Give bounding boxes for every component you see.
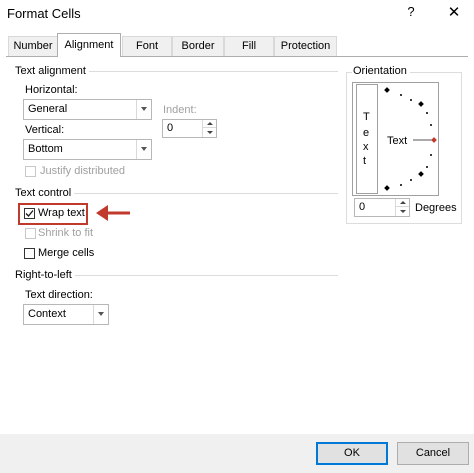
- vertical-text-char: x: [363, 141, 369, 153]
- tab-protection[interactable]: Protection: [274, 36, 337, 56]
- tab-font[interactable]: Font: [122, 36, 172, 56]
- vertical-text-char: t: [363, 155, 367, 167]
- vertical-text-char: T: [363, 111, 370, 123]
- orientation-text-label: Text: [387, 135, 408, 147]
- text-alignment-heading: Text alignment: [15, 65, 89, 77]
- justify-distributed-label: Justify distributed: [40, 165, 125, 177]
- vertical-value: Bottom: [28, 143, 63, 155]
- chevron-down-icon: [141, 107, 147, 111]
- text-direction-dropdown-button[interactable]: [93, 305, 108, 324]
- tab-number[interactable]: Number: [8, 36, 58, 56]
- vertical-text-char: e: [363, 127, 370, 139]
- arrow-up-icon: [400, 201, 406, 204]
- horizontal-value: General: [28, 103, 68, 115]
- indent-label: Indent:: [163, 104, 197, 116]
- text-direction-label: Text direction:: [25, 289, 93, 301]
- degrees-down-button[interactable]: [396, 207, 409, 215]
- horizontal-label: Horizontal:: [25, 84, 78, 96]
- window-title: Format Cells: [7, 6, 81, 21]
- arrow-down-icon: [400, 210, 406, 213]
- arrow-down-icon: [207, 131, 213, 134]
- close-button[interactable]: ✕: [446, 3, 462, 21]
- chevron-down-icon: [98, 312, 104, 316]
- help-button[interactable]: ?: [404, 4, 418, 19]
- shrink-to-fit-checkbox[interactable]: [25, 228, 36, 239]
- arrow-up-icon: [207, 122, 213, 125]
- chevron-down-icon: [141, 147, 147, 151]
- vertical-text-toggle[interactable]: T e x t: [356, 84, 378, 194]
- text-direction-dropdown[interactable]: Context: [23, 304, 109, 325]
- text-direction-value: Context: [28, 308, 66, 320]
- merge-cells-label: Merge cells: [38, 247, 95, 259]
- indent-value: 0: [167, 122, 174, 134]
- orientation-heading: Orientation: [352, 65, 410, 77]
- degrees-spinner[interactable]: 0: [354, 198, 410, 217]
- shrink-to-fit-label: Shrink to fit: [38, 227, 94, 239]
- degrees-value: 0: [359, 201, 366, 213]
- indent-spinner[interactable]: 0: [162, 119, 217, 138]
- tab-fill[interactable]: Fill: [224, 36, 274, 56]
- arrow-left-icon: [96, 205, 130, 221]
- merge-cells-checkbox[interactable]: [24, 248, 35, 259]
- wrap-text-checkbox[interactable]: [24, 208, 35, 219]
- checkmark-icon: [25, 210, 34, 217]
- horizontal-dropdown[interactable]: General: [23, 99, 152, 120]
- horizontal-dropdown-button[interactable]: [136, 100, 151, 119]
- justify-distributed-checkbox[interactable]: [25, 166, 36, 177]
- tab-border[interactable]: Border: [172, 36, 224, 56]
- right-to-left-heading: Right-to-left: [15, 269, 75, 281]
- vertical-label: Vertical:: [25, 124, 65, 136]
- wrap-text-label: Wrap text: [38, 207, 85, 219]
- indent-down-button[interactable]: [203, 128, 216, 136]
- degrees-label: Degrees: [415, 202, 457, 214]
- degrees-up-button[interactable]: [396, 199, 409, 207]
- vertical-dropdown[interactable]: Bottom: [23, 139, 152, 160]
- cancel-button[interactable]: Cancel: [397, 442, 469, 465]
- tab-alignment[interactable]: Alignment: [57, 33, 121, 57]
- ok-button[interactable]: OK: [316, 442, 388, 465]
- vertical-dropdown-button[interactable]: [136, 140, 151, 159]
- indent-up-button[interactable]: [203, 120, 216, 128]
- text-control-heading: Text control: [15, 187, 75, 199]
